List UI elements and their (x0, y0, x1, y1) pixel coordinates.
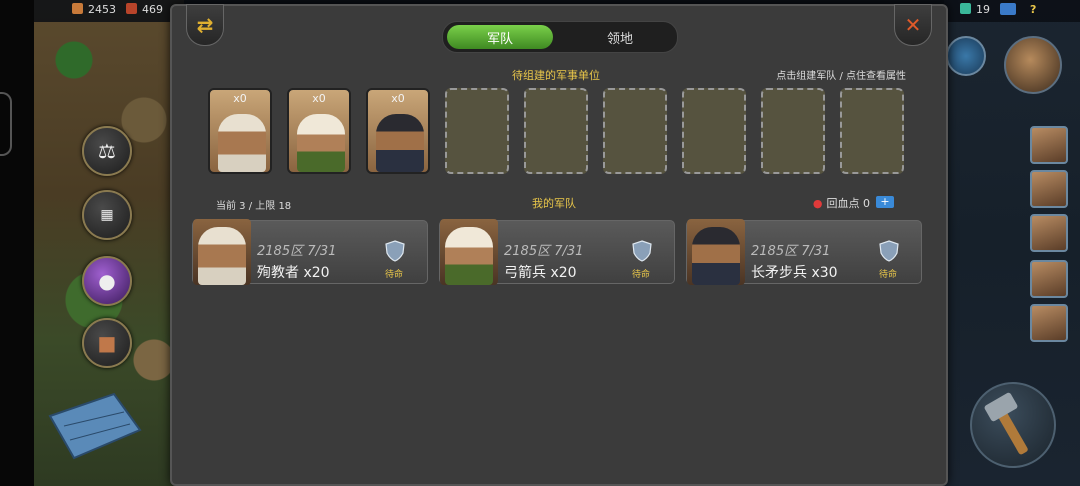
tab-army[interactable]: 军队 (447, 25, 553, 49)
card-unit-name: 弓箭兵 x20 (504, 265, 577, 281)
advisor-portrait-1[interactable] (1030, 126, 1068, 164)
empty-slot[interactable] (761, 88, 825, 174)
add-regen-button[interactable]: + (876, 196, 894, 208)
empty-slot[interactable] (682, 88, 746, 174)
world-globe-button[interactable] (946, 36, 986, 76)
advisor-portrait-4[interactable] (1030, 260, 1068, 298)
close-icon: ✕ (904, 13, 922, 37)
build-slot-martyr[interactable]: x0 (208, 88, 272, 174)
hero-portrait-button[interactable] (1004, 36, 1062, 94)
card-zone: 2185区 7/31 (751, 244, 831, 259)
army-dialog: ⇄ ✕ 军队 领地 待组建的军事单位 点击组建军队 / 点住查看属性 x0 x0… (170, 4, 948, 486)
edge-notch (0, 92, 12, 156)
resource-counter-gems: 19 (960, 3, 990, 16)
help-button[interactable]: ? (1030, 3, 1036, 16)
card-status: 待命 (384, 270, 403, 280)
spearman-portrait (376, 114, 424, 172)
my-army-title: 我的军队 (532, 197, 576, 210)
martyr-portrait (218, 114, 266, 172)
archer-portrait (297, 114, 345, 172)
martyr-avatar (193, 219, 251, 285)
blood-drop-icon: ● (812, 197, 823, 210)
scales-icon: ⚖ (98, 139, 116, 163)
close-button[interactable]: ✕ (894, 4, 932, 46)
army-card-martyr[interactable]: 2185区 7/31 殉教者 x20 待命 (192, 219, 428, 285)
tab-territory[interactable]: 领地 (567, 25, 673, 49)
card-status: 待命 (878, 270, 897, 280)
card-zone: 2185区 7/31 (504, 244, 584, 259)
crate-icon (72, 3, 83, 14)
card-unit-name: 殉教者 x20 (257, 265, 330, 281)
army-card-archer[interactable]: 2185区 7/31 弓箭兵 x20 待命 (439, 219, 675, 285)
empty-slot[interactable] (603, 88, 667, 174)
add-gems-button[interactable] (1000, 3, 1016, 15)
gem-icon (960, 3, 971, 14)
world-map-button[interactable] (44, 386, 144, 466)
martyr-face (198, 227, 246, 285)
build-hammer-button[interactable] (970, 382, 1056, 468)
archer-face (445, 227, 493, 285)
build-hint: 点击组建军队 / 点住查看属性 (776, 71, 906, 82)
army-capacity: 当前 3 / 上限 18 (216, 201, 292, 212)
calendar-icon: ▦ (100, 207, 114, 223)
chest-button[interactable]: ■ (82, 318, 132, 368)
card-unit-name: 长矛步兵 x30 (751, 265, 838, 281)
shield-icon (385, 240, 405, 262)
empty-slot[interactable] (840, 88, 904, 174)
unit-count: x0 (391, 92, 405, 105)
spearman-face (692, 227, 740, 285)
resource-value: 2453 (88, 3, 116, 16)
spearman-avatar (687, 219, 745, 285)
swap-icon: ⇄ (196, 13, 214, 37)
justice-scales-button[interactable]: ⚖ (82, 126, 132, 176)
resource-counter-2: 469 (126, 3, 163, 16)
army-card-spearman[interactable]: 2185区 7/31 长矛步兵 x30 待命 (686, 219, 922, 285)
resource-value: 469 (142, 3, 163, 16)
shield-icon (879, 240, 899, 262)
map-scroll-icon (48, 392, 142, 460)
calendar-button[interactable]: ▦ (82, 190, 132, 240)
screen-edge (0, 0, 34, 486)
advisor-portrait-3[interactable] (1030, 214, 1068, 252)
chest-icon: ■ (97, 331, 117, 355)
swap-button[interactable]: ⇄ (186, 4, 224, 46)
build-slot-archer[interactable]: x0 (287, 88, 351, 174)
regen-label: 回血点 0 (826, 197, 871, 210)
empty-slot[interactable] (445, 88, 509, 174)
unit-count: x0 (233, 92, 247, 105)
unit-count: x0 (312, 92, 326, 105)
build-section-title: 待组建的军事单位 (512, 69, 600, 82)
tab-bar: 军队 领地 (442, 21, 678, 53)
magic-orb-button[interactable]: ● (82, 256, 132, 306)
card-zone: 2185区 7/31 (257, 244, 337, 259)
orb-icon: ● (98, 269, 116, 293)
build-slot-spearman[interactable]: x0 (366, 88, 430, 174)
archer-avatar (440, 219, 498, 285)
empty-slot[interactable] (524, 88, 588, 174)
hammer-icon (984, 392, 1028, 455)
regen-points: ● 回血点 0 (813, 195, 870, 211)
resource-value: 19 (976, 3, 990, 16)
card-status: 待命 (631, 270, 650, 280)
shield-icon (632, 240, 652, 262)
ore-icon (126, 3, 137, 14)
advisor-portrait-5[interactable] (1030, 304, 1068, 342)
advisor-portrait-2[interactable] (1030, 170, 1068, 208)
resource-counter-1: 2453 (72, 3, 116, 16)
